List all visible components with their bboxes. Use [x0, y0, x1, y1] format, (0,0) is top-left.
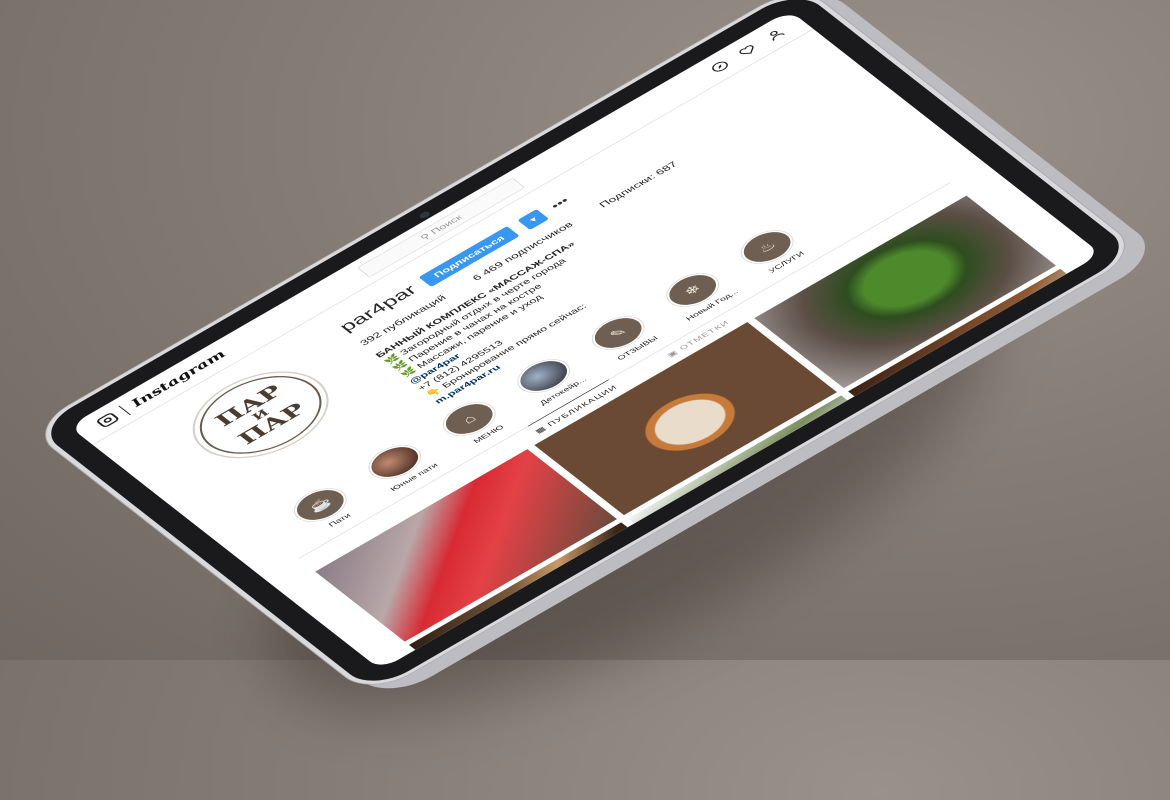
compass-icon[interactable]	[709, 59, 731, 74]
options-icon[interactable]: •••	[549, 196, 573, 212]
logo-divider	[118, 405, 131, 415]
profile-icon[interactable]	[764, 27, 786, 42]
search-placeholder: Поиск	[428, 213, 465, 236]
suggestions-button[interactable]: ▾	[517, 208, 550, 230]
heart-icon[interactable]	[736, 43, 758, 58]
instagram-camera-icon[interactable]	[94, 411, 120, 429]
